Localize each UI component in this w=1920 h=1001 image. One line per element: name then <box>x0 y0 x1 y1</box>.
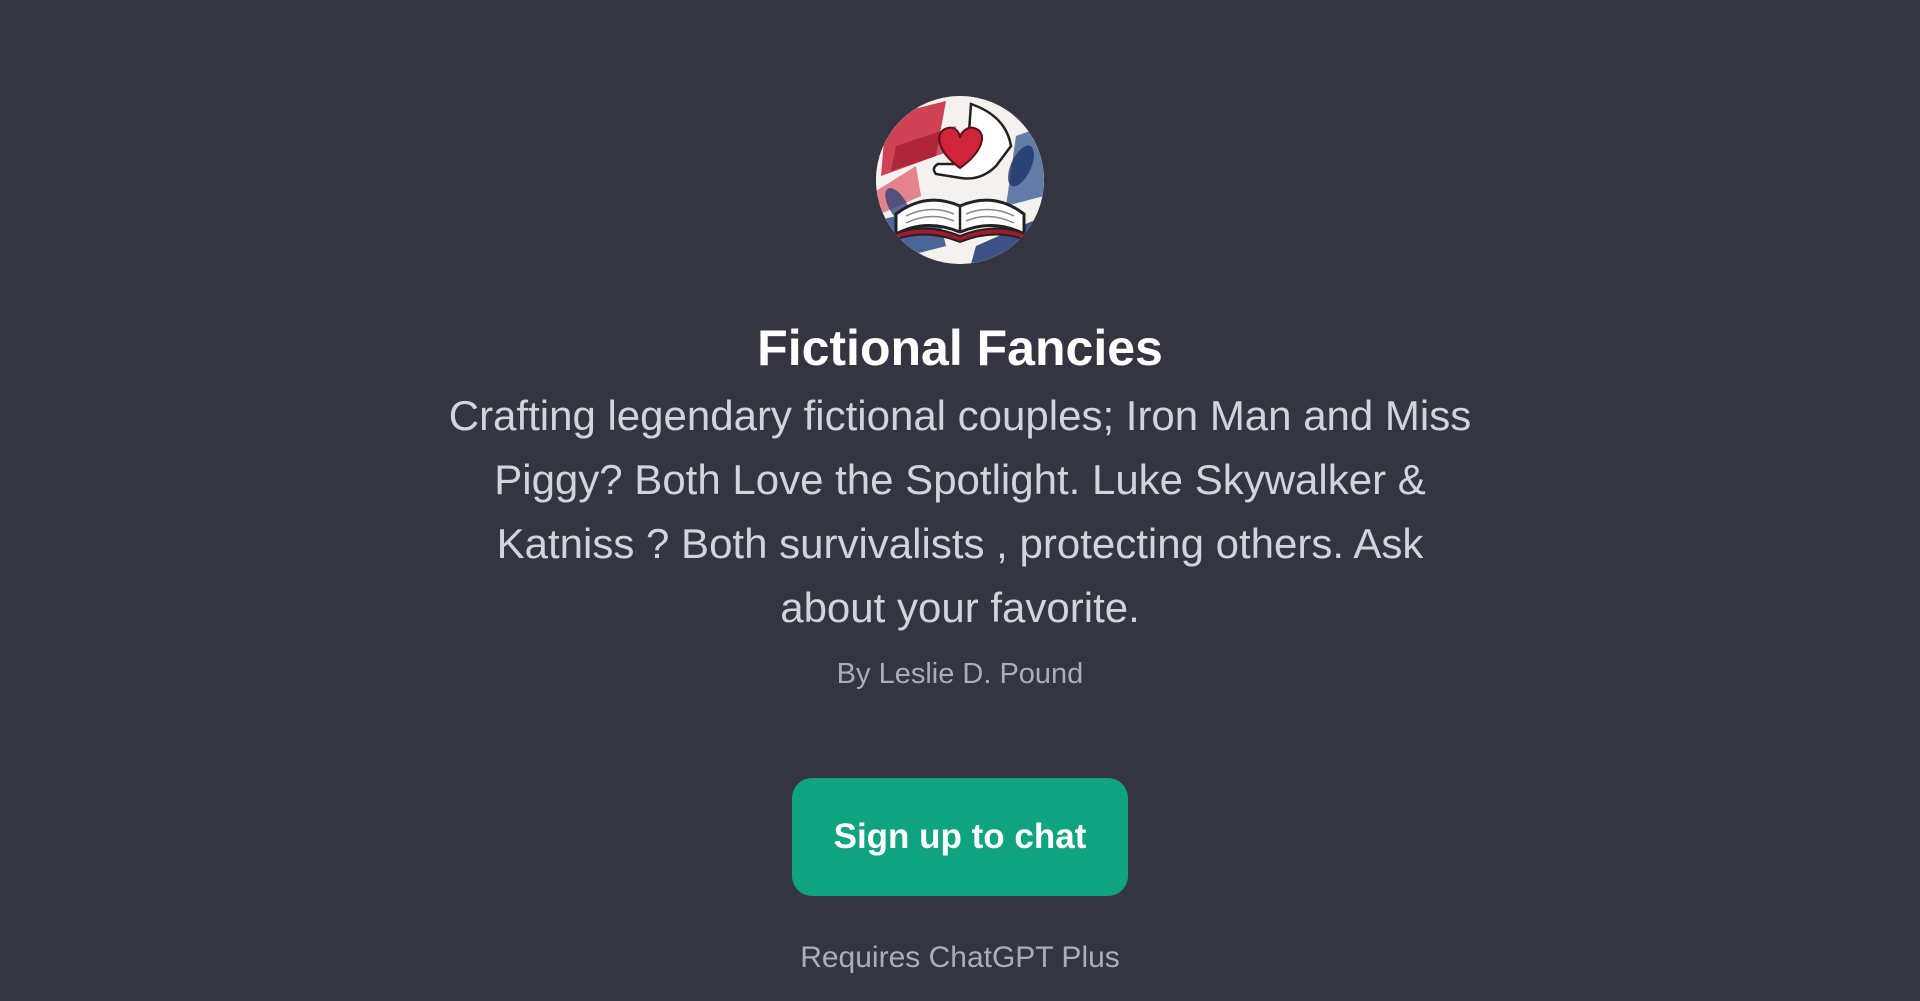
gpt-title: Fictional Fancies <box>757 320 1163 376</box>
gpt-landing-page: Fictional Fancies Crafting legendary fic… <box>0 0 1920 1001</box>
gpt-avatar <box>876 96 1044 264</box>
heart-book-icon <box>876 96 1044 264</box>
gpt-author: By Leslie D. Pound <box>836 658 1084 690</box>
sign-up-to-chat-button[interactable]: Sign up to chat <box>792 778 1128 896</box>
requirement-note: Requires ChatGPT Plus <box>800 941 1120 974</box>
gpt-description: Crafting legendary fictional couples; Ir… <box>448 392 1472 631</box>
